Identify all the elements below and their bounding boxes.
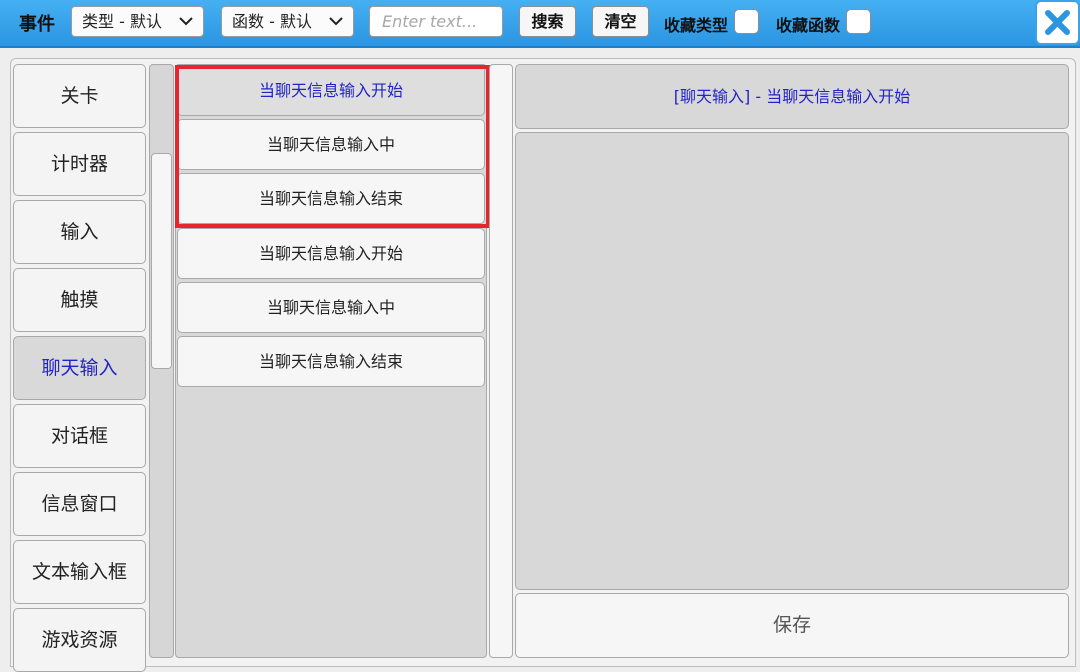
function-dropdown-value: 函数 - 默认 xyxy=(232,12,312,31)
category-item[interactable]: 文本输入框 xyxy=(13,540,146,604)
detail-title: [聊天输入] - 当聊天信息输入开始 xyxy=(515,64,1069,129)
category-scrollbar-thumb[interactable] xyxy=(151,153,172,369)
type-dropdown[interactable]: 类型 - 默认 xyxy=(71,6,204,37)
close-button[interactable] xyxy=(1035,0,1080,45)
search-button[interactable]: 搜索 xyxy=(519,6,576,37)
function-item[interactable]: 当聊天信息输入开始 xyxy=(177,228,485,279)
panel-title: 事件 xyxy=(19,14,55,35)
category-item[interactable]: 关卡 xyxy=(13,64,146,128)
chevron-down-icon xyxy=(179,7,193,36)
category-item[interactable]: 对话框 xyxy=(13,404,146,468)
close-icon xyxy=(1045,10,1070,35)
category-item[interactable]: 计时器 xyxy=(13,132,146,196)
detail-content-area[interactable] xyxy=(515,132,1069,590)
category-item[interactable]: 输入 xyxy=(13,200,146,264)
search-input[interactable] xyxy=(369,6,503,37)
favorite-function-label: 收藏函数 xyxy=(776,16,841,35)
type-dropdown-value: 类型 - 默认 xyxy=(82,12,162,31)
function-scrollbar[interactable] xyxy=(489,64,513,658)
category-item[interactable]: 信息窗口 xyxy=(13,472,146,536)
function-item[interactable]: 当聊天信息输入中 xyxy=(177,119,485,170)
favorite-type-label: 收藏类型 xyxy=(664,16,729,35)
category-item[interactable]: 触摸 xyxy=(13,268,146,332)
function-item[interactable]: 当聊天信息输入结束 xyxy=(177,336,485,387)
favorite-function-checkbox[interactable] xyxy=(846,9,871,34)
clear-button[interactable]: 清空 xyxy=(592,6,649,37)
save-button[interactable]: 保存 xyxy=(515,593,1069,658)
favorite-type-checkbox[interactable] xyxy=(734,9,759,34)
category-scrollbar[interactable] xyxy=(149,64,174,658)
category-item-selected[interactable]: 聊天输入 xyxy=(13,336,146,400)
function-item[interactable]: 当聊天信息输入中 xyxy=(177,282,485,333)
function-dropdown[interactable]: 函数 - 默认 xyxy=(221,6,354,37)
category-item[interactable]: 游戏资源 xyxy=(13,608,146,672)
top-toolbar: 事件 类型 - 默认 函数 - 默认 搜索 清空 收藏类型 收藏函数 xyxy=(0,0,1080,48)
function-item[interactable]: 当聊天信息输入结束 xyxy=(177,173,485,224)
function-item-selected[interactable]: 当聊天信息输入开始 xyxy=(177,65,485,116)
chevron-down-icon xyxy=(329,7,343,36)
